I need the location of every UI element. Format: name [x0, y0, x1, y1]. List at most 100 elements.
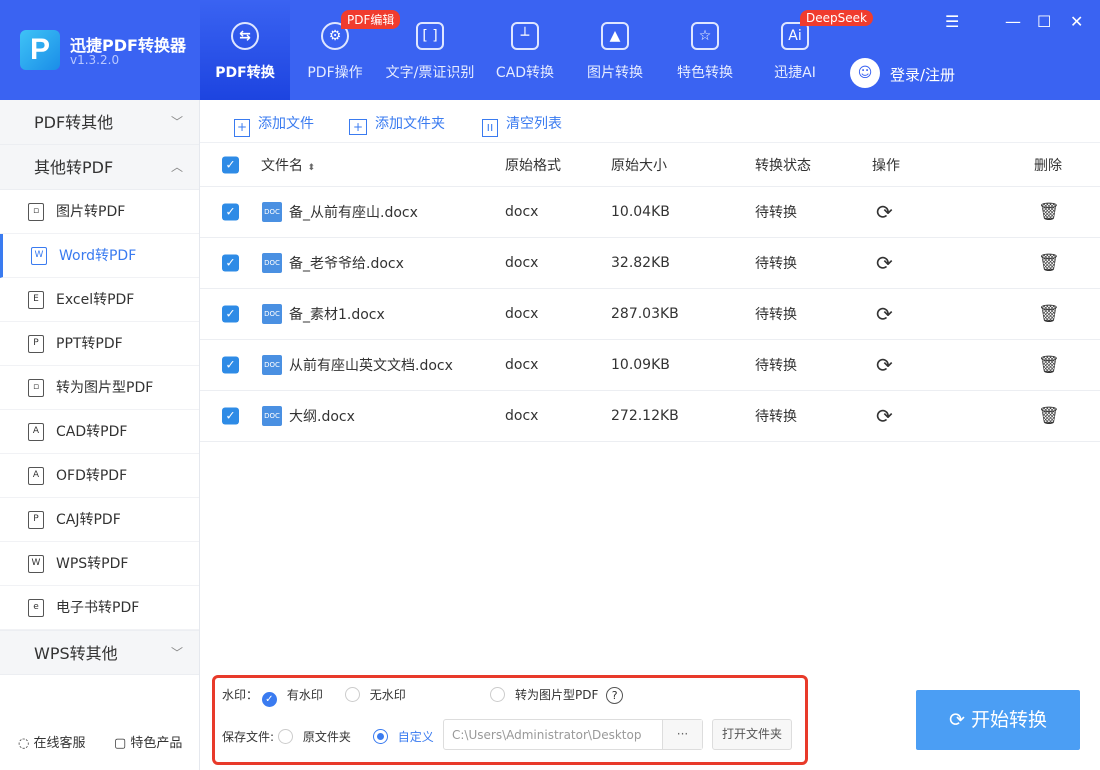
refresh-icon[interactable]: ⟳: [876, 251, 893, 275]
item-label: CAJ转PDF: [56, 512, 121, 528]
row-checkbox[interactable]: ✓: [222, 204, 239, 221]
row-checkbox[interactable]: ✓: [222, 306, 239, 323]
wps-icon: W: [28, 555, 44, 573]
trash-icon: ıı: [482, 119, 498, 137]
header: P 迅捷PDF转换器 v1.3.2.0 ⇆PDF转换 ⚙PDF操作 PDF编辑 …: [0, 0, 1100, 100]
item-label: 转为图片型PDF: [56, 380, 153, 396]
save-path-field[interactable]: C:\Users\Administrator\Desktop ···: [443, 719, 703, 750]
radio-label: 原文件夹: [303, 730, 351, 744]
sidebar-item-image[interactable]: ▫图片转PDF: [0, 190, 199, 234]
convert-status: 待转换: [755, 304, 797, 324]
row-checkbox[interactable]: ✓: [222, 408, 239, 425]
row-checkbox[interactable]: ✓: [222, 255, 239, 272]
trash-icon[interactable]: 🗑: [1038, 406, 1060, 426]
watermark-label: 水印：: [222, 688, 258, 702]
header-status: 转换状态: [755, 155, 811, 175]
row-checkbox[interactable]: ✓: [222, 357, 239, 374]
sidebar-item-cad[interactable]: A CAD转PDF: [0, 410, 199, 454]
file-size: 10.04KB: [611, 204, 670, 220]
sidebar-item-ppt[interactable]: PPPT转PDF: [0, 322, 199, 366]
badge-icon: ▢: [114, 736, 130, 751]
featured-products-link[interactable]: ▢ 特色产品: [114, 732, 182, 751]
custom-folder-radio[interactable]: [373, 729, 388, 744]
chevron-down-icon: ﹀: [171, 631, 183, 676]
tab-pdf-convert[interactable]: ⇆PDF转换: [200, 0, 290, 100]
trash-icon[interactable]: 🗑: [1038, 304, 1060, 324]
tab-label: CAD转换: [480, 62, 570, 82]
add-folder-button[interactable]: + 添加文件夹: [349, 113, 445, 135]
file-size: 10.09KB: [611, 357, 670, 373]
group-pdf-to-other[interactable]: PDF转其他﹀: [0, 100, 199, 145]
refresh-icon[interactable]: ⟳: [876, 404, 893, 428]
menu-icon[interactable]: ☰: [945, 12, 959, 31]
file-format: docx: [505, 255, 538, 271]
header-filename[interactable]: 文件名 ⬍: [261, 155, 315, 175]
sidebar-item-excel[interactable]: EExcel转PDF: [0, 278, 199, 322]
image-icon: ▲: [601, 22, 629, 50]
tab-ocr[interactable]: [ ]文字/票证识别: [380, 0, 480, 100]
toolbar: +添加文件 + 添加文件夹 ıı清空列表: [200, 100, 1100, 143]
add-folder-icon: +: [349, 119, 367, 135]
trash-icon[interactable]: 🗑: [1038, 202, 1060, 222]
tab-special[interactable]: ☆特色转换: [660, 0, 750, 100]
radio-label: 转为图片型PDF: [515, 688, 598, 702]
trash-icon[interactable]: 🗑: [1038, 253, 1060, 273]
minimize-icon[interactable]: —: [1005, 12, 1021, 31]
no-watermark-radio[interactable]: [345, 687, 360, 702]
group-other-to-pdf[interactable]: 其他转PDF︿: [0, 145, 199, 190]
group-wps-to-other[interactable]: WPS转其他﹀: [0, 630, 199, 675]
tab-label: 图片转换: [570, 62, 660, 82]
close-icon[interactable]: ✕: [1070, 12, 1083, 31]
with-watermark-radio[interactable]: ✓: [262, 692, 277, 707]
item-label: CAD转PDF: [56, 424, 127, 440]
sidebar-item-ofd[interactable]: AOFD转PDF: [0, 454, 199, 498]
trash-icon[interactable]: 🗑: [1038, 355, 1060, 375]
tab-cad[interactable]: ┴CAD转换: [480, 0, 570, 100]
image-pdf-radio[interactable]: [490, 687, 505, 702]
maximize-icon[interactable]: ☐: [1037, 12, 1051, 31]
chevron-down-icon: ﹀: [171, 100, 183, 145]
ebook-icon: e: [28, 599, 44, 617]
header-delete: 删除: [1034, 155, 1062, 175]
refresh-icon[interactable]: ⟳: [876, 302, 893, 326]
table-header: ✓ 文件名 ⬍ 原始格式 原始大小 转换状态 操作 删除: [200, 143, 1100, 187]
tab-label: 迅捷AI: [750, 62, 840, 82]
output-options-panel: 水印： ✓有水印 无水印 转为图片型PDF ? 保存文件: 原文件夹 自定义 C…: [212, 675, 808, 765]
sidebar-item-ebook[interactable]: e电子书转PDF: [0, 586, 199, 630]
refresh-icon[interactable]: ⟳: [876, 353, 893, 377]
select-all-checkbox[interactable]: ✓: [222, 156, 239, 173]
star-icon: ☆: [691, 22, 719, 50]
doc-file-icon: DOC: [262, 406, 282, 426]
convert-icon: ⇆: [231, 22, 259, 50]
sidebar-item-image-pdf[interactable]: ▫转为图片型PDF: [0, 366, 199, 410]
sidebar-item-word[interactable]: WWord转PDF: [0, 234, 199, 278]
open-folder-button[interactable]: 打开文件夹: [712, 719, 792, 750]
header-label: 文件名: [261, 158, 303, 174]
original-folder-radio[interactable]: [278, 729, 293, 744]
login-link[interactable]: 登录/注册: [890, 64, 955, 85]
file-name: 从前有座山英文文档.docx: [289, 355, 453, 375]
file-name: 大纲.docx: [289, 406, 355, 426]
caj-icon: P: [28, 511, 44, 529]
button-label: 开始转换: [971, 709, 1047, 731]
sidebar-item-wps[interactable]: WWPS转PDF: [0, 542, 199, 586]
clear-list-button[interactable]: ıı清空列表: [482, 113, 562, 137]
add-file-button[interactable]: +添加文件: [234, 113, 314, 137]
link-label: 在线客服: [33, 736, 85, 751]
online-service-link[interactable]: ◌ 在线客服: [18, 732, 86, 751]
button-label: 添加文件夹: [375, 116, 445, 132]
browse-button[interactable]: ···: [662, 720, 702, 749]
avatar[interactable]: ☺: [850, 58, 880, 88]
file-name: 备_从前有座山.docx: [289, 202, 418, 222]
help-icon[interactable]: ?: [606, 687, 623, 704]
ai-icon: Ai: [781, 22, 809, 50]
tab-image[interactable]: ▲ 图片转换: [570, 0, 660, 100]
header-action: 操作: [872, 155, 900, 175]
start-convert-button[interactable]: ⟳ 开始转换: [916, 690, 1080, 750]
header-format: 原始格式: [505, 155, 561, 175]
refresh-icon[interactable]: ⟳: [876, 200, 893, 224]
pdf-icon: A: [28, 423, 44, 441]
path-text: C:\Users\Administrator\Desktop: [452, 728, 641, 742]
deepseek-badge: DeepSeek: [800, 10, 873, 26]
sidebar-item-caj[interactable]: P CAJ转PDF: [0, 498, 199, 542]
